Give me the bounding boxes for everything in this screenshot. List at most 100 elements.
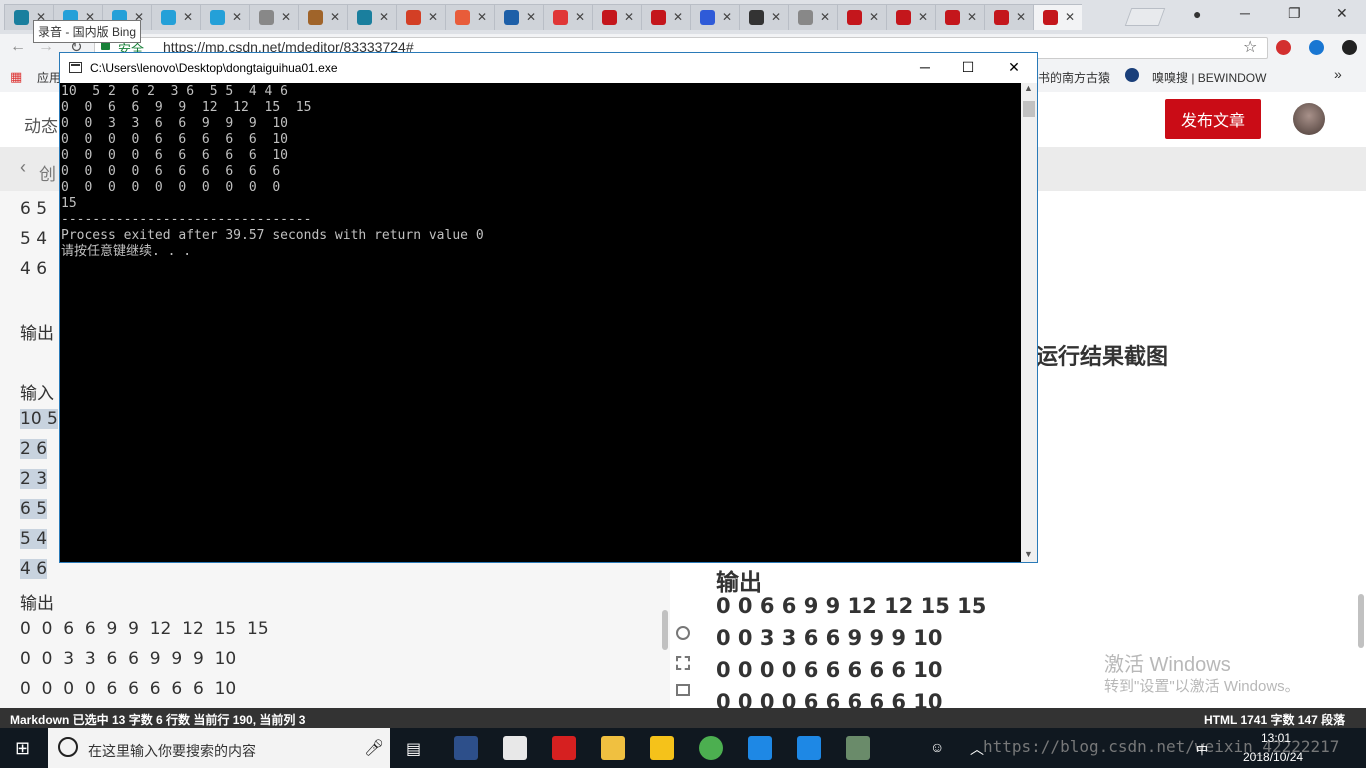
- tab-close-icon[interactable]: ✕: [722, 10, 732, 24]
- tab-close-icon[interactable]: ✕: [330, 10, 340, 24]
- new-tab-button[interactable]: [1124, 8, 1166, 26]
- microphone-icon[interactable]: 🎤︎: [364, 738, 384, 758]
- tab-close-icon[interactable]: ✕: [575, 10, 585, 24]
- browser-tab[interactable]: ✕: [984, 4, 1033, 30]
- close-icon[interactable]: ✕: [1336, 5, 1348, 22]
- publish-button[interactable]: 发布文章: [1165, 99, 1261, 139]
- tab-close-icon[interactable]: ✕: [1016, 10, 1026, 24]
- video-icon[interactable]: [650, 736, 674, 760]
- tab-close-icon[interactable]: ✕: [428, 10, 438, 24]
- folder-icon[interactable]: [601, 736, 625, 760]
- browser-tab[interactable]: ✕: [347, 4, 396, 30]
- browser-tab[interactable]: ✕: [200, 4, 249, 30]
- avatar[interactable]: [1293, 103, 1325, 135]
- taskbar-search-placeholder[interactable]: 在这里输入你要搜索的内容: [88, 741, 256, 761]
- people-icon[interactable]: ☺: [930, 739, 944, 755]
- browser-tab[interactable]: ✕: [1033, 4, 1082, 30]
- tab-close-icon[interactable]: ✕: [820, 10, 830, 24]
- tray-chevron-icon[interactable]: ︿: [970, 739, 984, 759]
- console-titlebar[interactable]: C:\Users\lenovo\Desktop\dongtaiguihua01.…: [60, 53, 1037, 83]
- tab-close-icon[interactable]: ✕: [918, 10, 928, 24]
- browser-tab[interactable]: ✕: [837, 4, 886, 30]
- tab-close-icon[interactable]: ✕: [624, 10, 634, 24]
- browser-tab[interactable]: ✕: [298, 4, 347, 30]
- extension-blue-icon[interactable]: [1309, 40, 1324, 55]
- markdown-line[interactable]: 输出: [20, 589, 54, 614]
- tab-close-icon[interactable]: ✕: [673, 10, 683, 24]
- extension-red-icon[interactable]: [1276, 40, 1291, 55]
- back-label[interactable]: 创: [39, 160, 56, 185]
- markdown-line[interactable]: 6 5: [20, 199, 47, 219]
- layout-icon[interactable]: [676, 684, 690, 696]
- youdao-icon[interactable]: [552, 736, 576, 760]
- console-scrollbar[interactable]: ▲ ▼: [1021, 83, 1037, 562]
- tab-close-icon[interactable]: ✕: [967, 10, 977, 24]
- browser-tab[interactable]: ✕: [690, 4, 739, 30]
- clock-time[interactable]: 13:01: [1261, 731, 1291, 745]
- tab-close-icon[interactable]: ✕: [379, 10, 389, 24]
- markdown-line[interactable]: 0 0 3 3 6 6 9 9 9 10: [20, 649, 236, 669]
- star-icon[interactable]: ☆: [1243, 37, 1257, 57]
- console-icon[interactable]: [846, 736, 870, 760]
- clock-date[interactable]: 2018/10/24: [1243, 750, 1303, 764]
- markdown-line[interactable]: 0 0 6 6 9 9 12 12 15 15: [20, 619, 269, 639]
- chevron-left-icon[interactable]: ‹: [20, 157, 26, 178]
- browser-tab[interactable]: ✕: [592, 4, 641, 30]
- chrome-icon[interactable]: [699, 736, 723, 760]
- console-scroll-thumb[interactable]: [1023, 101, 1035, 117]
- scroll-down-icon[interactable]: ▼: [1024, 549, 1033, 559]
- browser-tab[interactable]: ✕: [641, 4, 690, 30]
- cortana-icon[interactable]: [58, 737, 78, 757]
- browser-tab[interactable]: ✕: [151, 4, 200, 30]
- preview-scrollbar[interactable]: [1358, 594, 1364, 648]
- markdown-line[interactable]: 输入: [20, 379, 54, 404]
- browser-tab[interactable]: ✕: [396, 4, 445, 30]
- markdown-line[interactable]: 5 4: [20, 529, 48, 549]
- browser-tab[interactable]: ✕: [886, 4, 935, 30]
- minimize-icon[interactable]: ─: [1240, 5, 1250, 21]
- browser-tab[interactable]: ✕: [249, 4, 298, 30]
- edge-icon[interactable]: [748, 736, 772, 760]
- nav-dynamic[interactable]: 动态: [24, 112, 58, 137]
- console-close-icon[interactable]: ✕: [1004, 59, 1024, 76]
- markdown-line[interactable]: 0 0 0 0 6 6 6 6 6 10: [20, 679, 236, 699]
- writer-icon[interactable]: [797, 736, 821, 760]
- browser-tab[interactable]: ✕: [494, 4, 543, 30]
- dev-cpp-icon[interactable]: [454, 736, 478, 760]
- tab-close-icon[interactable]: ✕: [1065, 10, 1075, 24]
- windows-start-icon[interactable]: ⊞: [15, 738, 30, 759]
- expand-icon[interactable]: [676, 656, 690, 670]
- markdown-line[interactable]: 4 6: [20, 259, 47, 279]
- browser-tab[interactable]: ✕: [739, 4, 788, 30]
- markdown-line[interactable]: 5 4: [20, 229, 47, 249]
- markdown-line[interactable]: 2 6: [20, 439, 48, 459]
- markdown-line[interactable]: 6 5: [20, 499, 48, 519]
- ime-indicator[interactable]: 中: [1196, 741, 1208, 758]
- browser-tab[interactable]: ✕: [543, 4, 592, 30]
- editor-scrollbar[interactable]: [662, 610, 668, 650]
- markdown-line[interactable]: 输出: [20, 319, 54, 344]
- media-icon[interactable]: [503, 736, 527, 760]
- tab-close-icon[interactable]: ✕: [232, 10, 242, 24]
- bookmark-1[interactable]: 书的南方古猿: [1038, 69, 1110, 86]
- bookmark-2[interactable]: 嗅嗅搜 | BEWINDOW: [1152, 69, 1266, 86]
- markdown-line[interactable]: 10 5: [20, 409, 58, 429]
- tab-close-icon[interactable]: ✕: [869, 10, 879, 24]
- console-maximize-icon[interactable]: ☐: [958, 59, 978, 76]
- extension-dark-icon[interactable]: [1342, 40, 1357, 55]
- browser-tab[interactable]: ✕: [935, 4, 984, 30]
- browser-tab[interactable]: ✕: [445, 4, 494, 30]
- tab-close-icon[interactable]: ✕: [183, 10, 193, 24]
- apps-label[interactable]: 应用: [37, 69, 61, 86]
- tab-close-icon[interactable]: ✕: [281, 10, 291, 24]
- restore-icon[interactable]: ❐: [1288, 5, 1301, 22]
- apps-icon[interactable]: ▦: [10, 69, 22, 85]
- markdown-line[interactable]: 2 3: [20, 469, 48, 489]
- target-icon[interactable]: [676, 626, 690, 640]
- console-window[interactable]: C:\Users\lenovo\Desktop\dongtaiguihua01.…: [59, 52, 1038, 563]
- browser-tab[interactable]: ✕: [788, 4, 837, 30]
- tab-close-icon[interactable]: ✕: [771, 10, 781, 24]
- scroll-up-icon[interactable]: ▲: [1024, 83, 1033, 93]
- console-minimize-icon[interactable]: ─: [915, 59, 935, 75]
- profile-icon[interactable]: ●: [1193, 6, 1201, 22]
